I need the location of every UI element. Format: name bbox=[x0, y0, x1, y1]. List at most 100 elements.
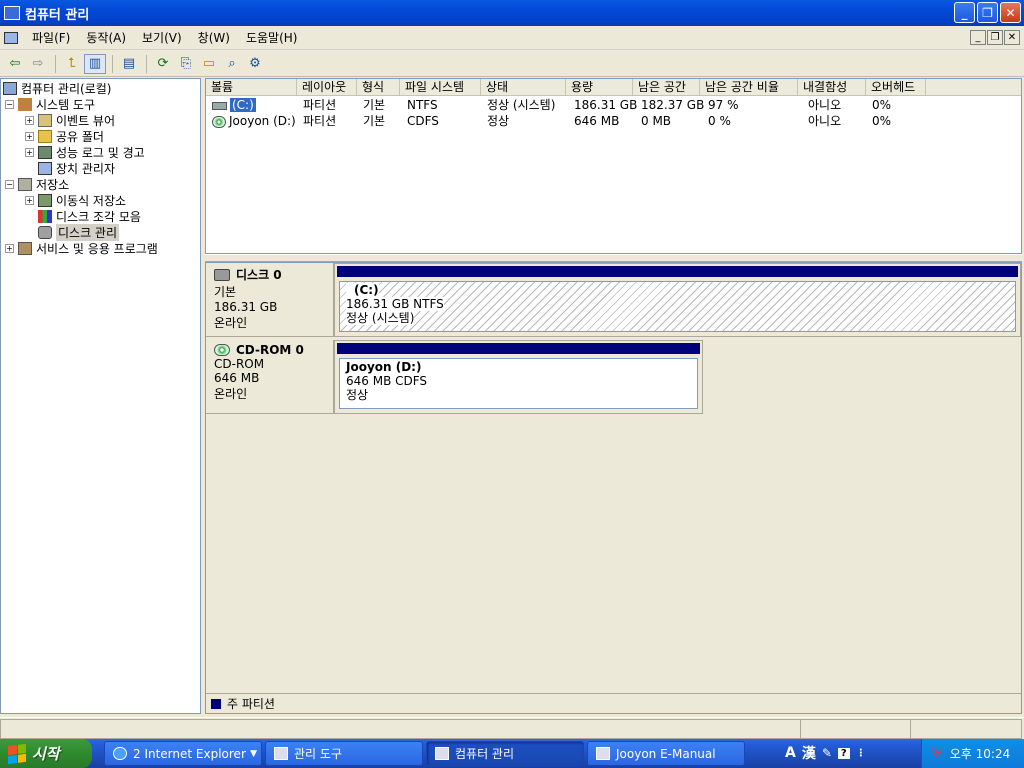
security-shield-icon[interactable]: ⛨ bbox=[932, 746, 942, 761]
volume-list-header: 볼륨 레이아웃 형식 파일 시스템 상태 용량 남은 공간 남은 공간 비율 내… bbox=[206, 79, 1021, 96]
help-icon[interactable]: ? bbox=[837, 747, 850, 759]
horizontal-splitter[interactable] bbox=[205, 254, 1022, 262]
disk-size: 646 MB bbox=[214, 371, 260, 385]
collapse-icon[interactable]: − bbox=[5, 179, 14, 189]
tree-item-event-viewer[interactable]: + 이벤트 뷰어 bbox=[25, 112, 115, 128]
taskbar-button-admin-tools[interactable]: 관리 도구 bbox=[265, 741, 423, 766]
column-header-free[interactable]: 남은 공간 bbox=[633, 79, 700, 96]
table-row[interactable]: Jooyon (D:) 파티션 기본 CDFS 정상 646 MB 0 MB 0… bbox=[206, 113, 1021, 129]
column-header-capacity[interactable]: 용량 bbox=[566, 79, 633, 96]
partition-name: Jooyon (D:) bbox=[346, 360, 422, 374]
menu-help[interactable]: 도움말(H) bbox=[238, 29, 306, 46]
open-icon[interactable]: ▭ bbox=[198, 54, 220, 74]
fault-cell: 아니오 bbox=[808, 98, 842, 112]
expand-icon[interactable]: + bbox=[25, 147, 34, 157]
disk-state: 온라인 bbox=[214, 316, 248, 330]
column-header-free-pct[interactable]: 남은 공간 비율 bbox=[700, 79, 798, 96]
disk-graphical-view: 디스크 0 기본 186.31 GB 온라인 (C:) 186.31 GB NT… bbox=[205, 262, 1022, 714]
tree-item-label: 서비스 및 응용 프로그램 bbox=[36, 241, 158, 256]
tree-item-perf-logs[interactable]: + 성능 로그 및 경고 bbox=[25, 144, 145, 160]
legend: 주 파티션 bbox=[206, 693, 1021, 713]
free-cell: 182.37 GB bbox=[641, 98, 705, 112]
disk-0-label[interactable]: 디스크 0 기본 186.31 GB 온라인 bbox=[206, 263, 334, 337]
tools-icon bbox=[18, 97, 32, 111]
export-icon[interactable]: ⎘ bbox=[175, 54, 197, 74]
column-header-status[interactable]: 상태 bbox=[481, 79, 566, 96]
menu-action[interactable]: 동작(A) bbox=[78, 29, 134, 46]
disk-management-icon bbox=[38, 225, 52, 239]
performance-icon bbox=[38, 145, 52, 159]
expand-icon[interactable]: + bbox=[25, 131, 34, 141]
partition-body: (C:) 186.31 GB NTFS 정상 (시스템) bbox=[339, 281, 1016, 332]
mdi-close-button[interactable]: ✕ bbox=[1004, 30, 1020, 45]
refresh-icon[interactable]: ⟳ bbox=[152, 54, 174, 74]
tree-item-system-tools[interactable]: − 시스템 도구 bbox=[5, 96, 95, 112]
tree-item-label: 저장소 bbox=[36, 177, 70, 192]
status-pane bbox=[0, 719, 801, 739]
tree-item-storage[interactable]: − 저장소 bbox=[5, 176, 69, 192]
collapse-icon[interactable]: − bbox=[5, 99, 14, 109]
input-mode-hanja[interactable]: 漢 bbox=[802, 743, 816, 763]
tree-item-device-manager[interactable]: 장치 관리자 bbox=[38, 160, 115, 176]
properties-icon[interactable]: ▤ bbox=[118, 54, 140, 74]
up-folder-icon[interactable]: ⮤ bbox=[61, 54, 83, 74]
event-viewer-icon bbox=[38, 113, 52, 127]
tree-item-defrag[interactable]: 디스크 조각 모음 bbox=[38, 208, 141, 224]
partition-size: 186.31 GB NTFS bbox=[346, 297, 444, 311]
status-cell: 정상 (시스템) bbox=[487, 98, 556, 112]
settings-icon[interactable]: ⚙ bbox=[244, 54, 266, 74]
tree-item-removable-storage[interactable]: + 이동식 저장소 bbox=[25, 192, 126, 208]
column-header-overhead[interactable]: 오버헤드 bbox=[866, 79, 926, 96]
show-tree-icon[interactable]: ▥ bbox=[84, 53, 106, 74]
partition-d[interactable]: Jooyon (D:) 646 MB CDFS 정상 bbox=[334, 340, 703, 414]
tree-item-label: 공유 폴더 bbox=[56, 129, 104, 144]
tree-item-label: 디스크 조각 모음 bbox=[56, 209, 141, 224]
tree-item-root[interactable]: 컴퓨터 관리(로컬) bbox=[3, 80, 111, 96]
partition-c[interactable]: (C:) 186.31 GB NTFS 정상 (시스템) bbox=[334, 263, 1021, 337]
device-manager-icon bbox=[38, 161, 52, 175]
menu-file[interactable]: 파일(F) bbox=[24, 29, 78, 46]
tree-item-label: 이동식 저장소 bbox=[56, 193, 127, 208]
menu-window[interactable]: 창(W) bbox=[190, 29, 238, 46]
options-icon[interactable]: ⋮ bbox=[856, 748, 866, 759]
close-button[interactable]: ✕ bbox=[1000, 2, 1021, 23]
free-cell: 0 MB bbox=[641, 114, 672, 128]
restore-button[interactable]: ❐ bbox=[977, 2, 998, 23]
window-titlebar[interactable]: 컴퓨터 관리 _ ❐ ✕ bbox=[0, 0, 1024, 26]
taskbar-button-ie[interactable]: 2 Internet Explorer ▼ bbox=[104, 741, 262, 766]
taskbar-button-computer-management[interactable]: 컴퓨터 관리 bbox=[426, 741, 584, 766]
mdi-minimize-button[interactable]: _ bbox=[970, 30, 986, 45]
table-row[interactable]: (C:) 파티션 기본 NTFS 정상 (시스템) 186.31 GB 182.… bbox=[206, 97, 1021, 113]
status-bar bbox=[0, 717, 1024, 739]
disk-kind: 기본 bbox=[214, 285, 237, 299]
windows-logo-icon bbox=[8, 743, 26, 764]
forward-icon[interactable]: ⇨ bbox=[27, 54, 49, 74]
column-header-layout[interactable]: 레이아웃 bbox=[297, 79, 357, 96]
status-cell: 정상 bbox=[487, 114, 510, 128]
cdrom-0-label[interactable]: CD-ROM 0 CD-ROM 646 MB 온라인 bbox=[206, 340, 334, 414]
tree-item-shared-folders[interactable]: + 공유 폴더 bbox=[25, 128, 104, 144]
back-icon[interactable]: ⇦ bbox=[4, 54, 26, 74]
input-mode-a[interactable]: A bbox=[785, 745, 796, 761]
tree-item-disk-management[interactable]: 디스크 관리 bbox=[38, 223, 120, 241]
menu-bar: 파일(F) 동작(A) 보기(V) 창(W) 도움말(H) _ ❐ ✕ bbox=[0, 26, 1024, 50]
expand-icon[interactable]: + bbox=[5, 243, 14, 253]
column-header-fault-tolerance[interactable]: 내결함성 bbox=[798, 79, 866, 96]
mdi-restore-button[interactable]: ❐ bbox=[987, 30, 1003, 45]
tree-item-label: 이벤트 뷰어 bbox=[56, 113, 116, 128]
find-icon[interactable]: ⌕ bbox=[221, 54, 243, 74]
menu-view[interactable]: 보기(V) bbox=[134, 29, 190, 46]
column-header-type[interactable]: 형식 bbox=[357, 79, 400, 96]
start-button[interactable]: 시작 bbox=[0, 739, 92, 768]
ime-icon[interactable]: ✎ bbox=[822, 746, 832, 760]
column-header-filesystem[interactable]: 파일 시스템 bbox=[400, 79, 481, 96]
column-header-volume[interactable]: 볼륨 bbox=[206, 79, 297, 96]
document-icon[interactable] bbox=[4, 31, 18, 44]
minimize-button[interactable]: _ bbox=[954, 2, 975, 23]
taskbar-button-e-manual[interactable]: Jooyon E-Manual bbox=[587, 741, 745, 766]
tree-item-label: 성능 로그 및 경고 bbox=[56, 145, 145, 160]
expand-icon[interactable]: + bbox=[25, 115, 34, 125]
toolbar-separator bbox=[55, 54, 56, 73]
tree-item-services[interactable]: + 서비스 및 응용 프로그램 bbox=[5, 240, 158, 256]
expand-icon[interactable]: + bbox=[25, 195, 34, 205]
